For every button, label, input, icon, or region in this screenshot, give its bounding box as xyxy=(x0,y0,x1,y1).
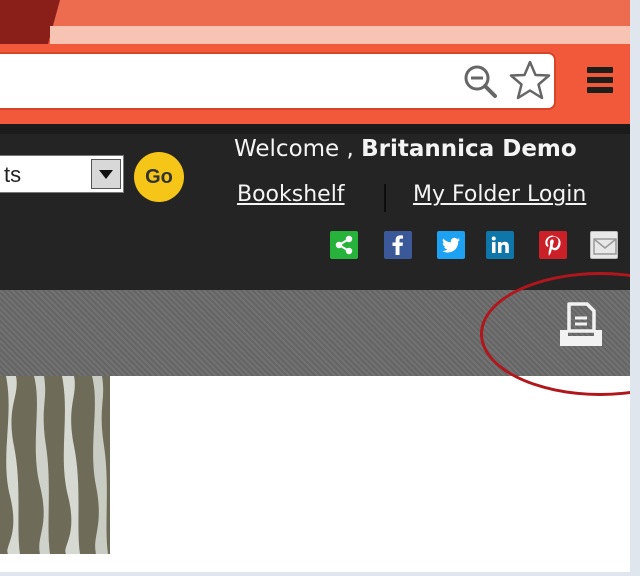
article-thumbnail-image[interactable] xyxy=(0,376,110,554)
twitter-icon[interactable] xyxy=(437,231,465,259)
facebook-icon[interactable] xyxy=(384,231,412,259)
menu-bar-icon xyxy=(587,67,613,73)
menu-bar-icon xyxy=(587,77,613,83)
welcome-message: Welcome , Britannica Demo xyxy=(234,136,577,162)
site-header-shadow xyxy=(0,124,630,134)
print-icon[interactable] xyxy=(556,300,606,352)
screenshot-frame: ts Go Welcome , Britannica Demo Bookshel… xyxy=(0,0,630,572)
my-folder-login-link[interactable]: My Folder Login xyxy=(413,182,586,207)
browser-tab-highlight xyxy=(50,26,630,44)
content-toolbar xyxy=(0,290,630,376)
bookmark-star-icon[interactable] xyxy=(508,59,552,103)
share-icon[interactable] xyxy=(330,231,358,259)
email-icon[interactable] xyxy=(590,231,618,259)
browser-menu-button[interactable] xyxy=(582,63,618,99)
pinterest-icon[interactable] xyxy=(539,231,567,259)
welcome-prefix: Welcome , xyxy=(234,136,354,162)
user-name: Britannica Demo xyxy=(361,136,577,162)
chevron-down-icon[interactable] xyxy=(91,159,121,189)
zoom-out-icon[interactable] xyxy=(462,63,498,99)
search-scope-value: ts xyxy=(4,162,22,187)
bookshelf-link[interactable]: Bookshelf xyxy=(237,182,345,207)
linkedin-icon[interactable] xyxy=(486,231,514,259)
menu-bar-icon xyxy=(587,87,613,93)
link-divider xyxy=(384,184,386,212)
go-button[interactable]: Go xyxy=(134,152,184,202)
search-scope-select[interactable]: ts xyxy=(0,155,124,193)
